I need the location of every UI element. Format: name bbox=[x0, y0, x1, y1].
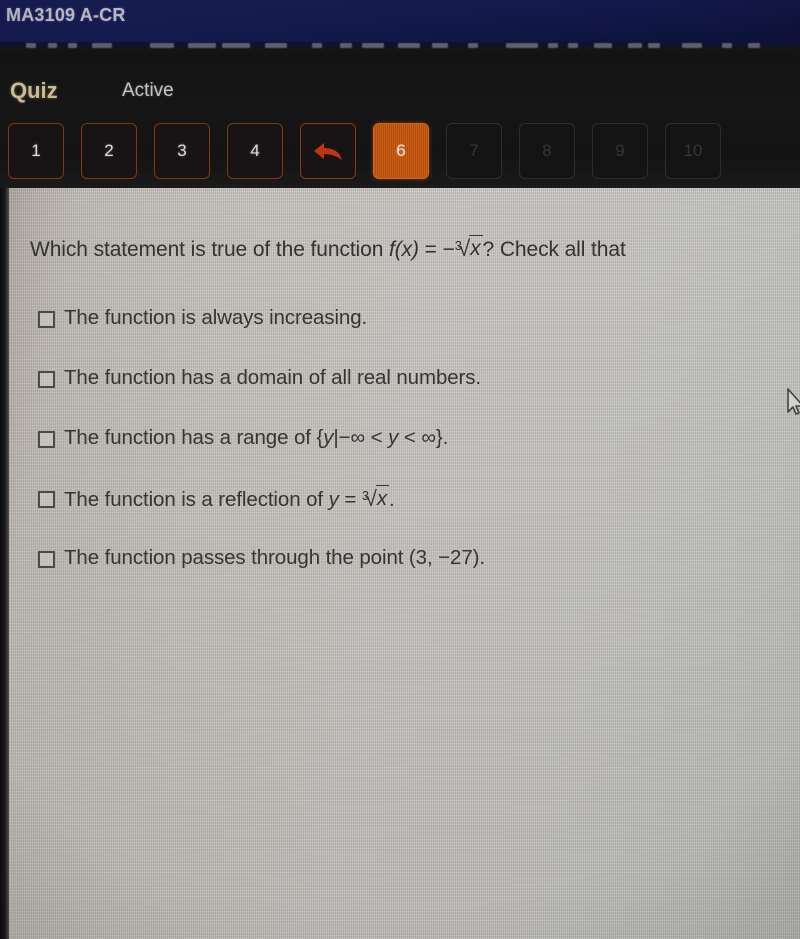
option-label-range: The function has a range of {y|−∞ < y < … bbox=[64, 426, 448, 450]
photographed-screen: MA3109 A-CR Quiz Active 1 2 3 4 6 7 8 9 … bbox=[0, 0, 800, 939]
option-label-always-increasing: The function is always increasing. bbox=[64, 306, 368, 329]
set-upper-bound: ∞ bbox=[421, 426, 436, 449]
quiz-nav-bar: Quiz Active 1 2 3 4 6 7 8 9 10 bbox=[0, 58, 800, 188]
question-button-1[interactable]: 1 bbox=[8, 123, 64, 179]
option-range[interactable]: The function has a range of {y|−∞ < y < … bbox=[38, 426, 778, 456]
radicand: x bbox=[469, 234, 483, 260]
cube-root-expression: 3√x bbox=[454, 234, 483, 262]
reflection-variable: y bbox=[328, 488, 339, 511]
question-button-9[interactable]: 9 bbox=[592, 123, 648, 179]
question-prompt: Which statement is true of the function … bbox=[30, 234, 800, 262]
option-label-domain-all-reals: The function has a domain of all real nu… bbox=[64, 366, 482, 389]
root-degree: 3 bbox=[454, 237, 462, 253]
option-label-point: The function passes through the point (3… bbox=[64, 546, 485, 569]
mouse-pointer-icon bbox=[787, 388, 800, 415]
question-number-buttons: 1 2 3 4 6 7 8 9 10 bbox=[0, 123, 800, 183]
question-button-2[interactable]: 2 bbox=[81, 123, 137, 179]
cube-root-expression-reflection: 3√x bbox=[361, 484, 389, 512]
set-close-brace: } bbox=[435, 426, 443, 449]
app-header: MA3109 A-CR bbox=[0, 0, 800, 42]
reflection-suffix: . bbox=[388, 488, 395, 511]
quiz-status-label: Active bbox=[122, 80, 174, 101]
option-point[interactable]: The function passes through the point (3… bbox=[38, 546, 778, 576]
back-button[interactable] bbox=[300, 123, 356, 179]
checkbox-point[interactable] bbox=[38, 551, 55, 568]
question-button-4[interactable]: 4 bbox=[227, 123, 283, 179]
question-button-7[interactable]: 7 bbox=[446, 123, 502, 179]
checkbox-always-increasing[interactable] bbox=[38, 311, 55, 328]
range-prefix: The function has a range of bbox=[64, 426, 317, 449]
checkbox-range[interactable] bbox=[38, 431, 55, 448]
function-notation: f(x) bbox=[389, 238, 419, 261]
set-variable: y bbox=[323, 426, 334, 449]
back-arrow-icon bbox=[314, 143, 342, 160]
question-button-8[interactable]: 8 bbox=[519, 123, 575, 179]
question-button-6[interactable]: 6 bbox=[373, 123, 429, 179]
answer-options-list: The function is always increasing. The f… bbox=[38, 306, 778, 606]
question-text-before: Which statement is true of the function bbox=[30, 238, 390, 261]
set-variable-2: y bbox=[388, 426, 399, 449]
question-content-area: Which statement is true of the function … bbox=[0, 188, 800, 939]
option-always-increasing[interactable]: The function is always increasing. bbox=[38, 306, 778, 336]
question-minus-sign: − bbox=[442, 238, 455, 261]
checkbox-domain-all-reals[interactable] bbox=[38, 371, 55, 388]
question-equals: = bbox=[418, 238, 443, 261]
clipped-text-strip bbox=[0, 42, 800, 58]
checkbox-reflection[interactable] bbox=[38, 491, 55, 508]
course-code-title: MA3109 A-CR bbox=[6, 5, 126, 25]
quiz-label: Quiz bbox=[10, 78, 58, 103]
root-degree-reflection: 3 bbox=[361, 487, 369, 503]
question-text-after: ? Check all that bbox=[482, 238, 626, 261]
option-reflection[interactable]: The function is a reflection of y = 3√x. bbox=[38, 484, 778, 516]
screen-left-bezel-edge bbox=[0, 188, 9, 939]
set-relation-2: < bbox=[398, 426, 422, 449]
reflection-equals: = bbox=[338, 488, 362, 511]
range-suffix: . bbox=[442, 426, 449, 449]
quiz-nav-labels: Quiz Active bbox=[0, 78, 800, 108]
radicand-reflection: x bbox=[375, 484, 389, 510]
reflection-prefix: The function is a reflection of bbox=[64, 488, 329, 511]
option-label-reflection: The function is a reflection of y = 3√x. bbox=[64, 484, 395, 512]
set-relation-1: < bbox=[365, 426, 389, 449]
question-button-10[interactable]: 10 bbox=[665, 123, 721, 179]
option-domain-all-reals[interactable]: The function has a domain of all real nu… bbox=[38, 366, 778, 396]
question-button-3[interactable]: 3 bbox=[154, 123, 210, 179]
set-lower-bound: −∞ bbox=[338, 426, 366, 449]
